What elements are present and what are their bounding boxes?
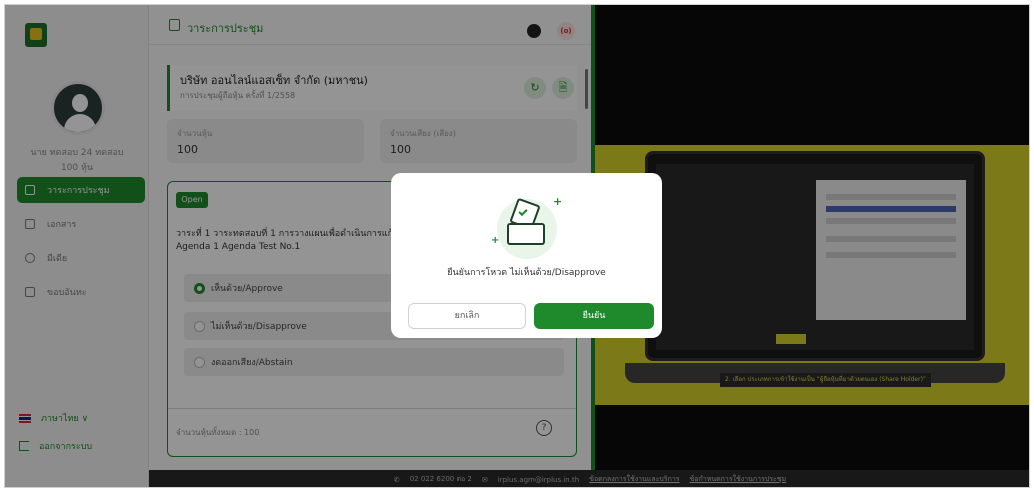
dialog-message: ยืนยันการโหวต ไม่เห็นด้วย/Disapprove xyxy=(447,268,606,278)
plus-icon: + xyxy=(553,195,563,208)
app-window: นาย ทดสอบ 24 ทดสอบ 100 หุ้น วาระการประชุ… xyxy=(4,4,1030,488)
ballot-box-shape xyxy=(507,223,545,245)
cancel-button[interactable]: ยกเลิก xyxy=(408,303,526,329)
confirm-button[interactable]: ยืนยัน xyxy=(534,303,654,329)
ballot-box-icon: + + xyxy=(483,195,565,259)
plus-icon: + xyxy=(491,235,500,246)
confirm-vote-dialog: + + ยืนยันการโหวต ไม่เห็นด้วย/Disapprove… xyxy=(391,173,662,338)
